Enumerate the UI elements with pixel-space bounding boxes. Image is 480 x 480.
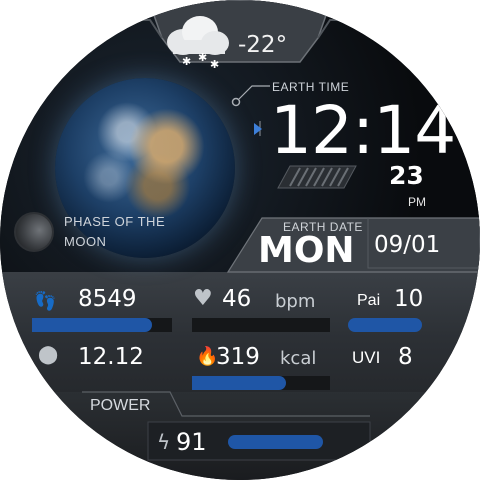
calories-unit: kcal [280,348,317,369]
svg-text:✱: ✱ [210,58,219,68]
date-month-day: 09/01 [374,232,441,258]
moon-label-line2: MOON [64,234,107,249]
pai-label: Pai [357,292,381,309]
heart-icon: ♥ [193,286,213,311]
power-label: POWER [90,397,151,414]
moon-label-line1: PHASE OF THE [64,214,166,229]
svg-text:✱: ✱ [198,51,207,64]
uvi-value: 8 [398,344,413,370]
power-progress-track [228,435,332,449]
time-hours-minutes: 12:14 [270,92,456,169]
date-weekday: MON [258,230,355,271]
time-indicator-arrow-icon [254,123,262,135]
snow-cloud-icon: ✱ ✱ ✱ [167,16,229,68]
time-seconds: 23 [389,161,424,190]
heart-rate-unit: bpm [275,291,316,312]
earth-globe-image [55,78,235,258]
lightning-icon: ϟ [157,430,171,454]
pai-value: 10 [394,286,424,312]
moon-phase-icon [14,212,54,252]
heart-rate-value: 46 [222,286,252,312]
location-pin-icon: ⬤ [38,344,59,365]
steps-progress-track [32,318,172,332]
steps-progress-fill [32,318,153,332]
power-value: 91 [176,428,207,456]
time-ampm: PM [408,195,426,209]
power-progress-fill [228,435,323,449]
temperature: -22° [238,32,288,58]
footprints-icon: 👣 [34,291,57,312]
uvi-label: UVI [352,348,381,367]
calories-value: 319 [216,344,260,370]
watch-face: ✱ ✱ ✱ -22° PHASE OF THE MOON EARTH TIME … [0,0,480,480]
heart-progress-track [192,318,330,332]
steps-value: 8549 [78,286,137,312]
svg-text:✱: ✱ [182,55,191,68]
pai-progress-track [348,318,426,332]
time-hatch-decor [277,165,357,189]
distance-value: 12.12 [78,344,144,370]
pai-progress-fill [348,318,423,332]
